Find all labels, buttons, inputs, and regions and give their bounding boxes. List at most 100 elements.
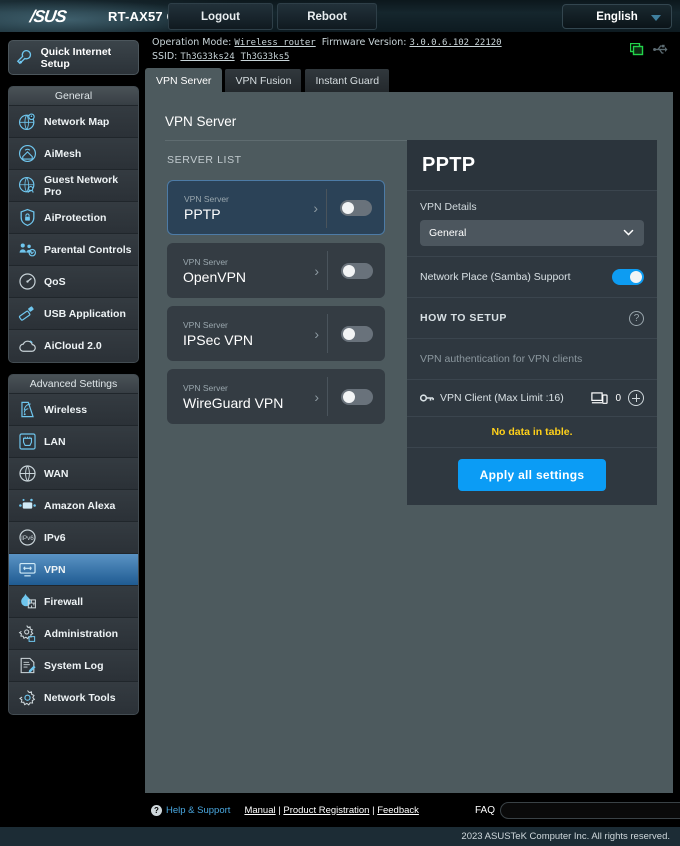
sidebar-item-parental-controls[interactable]: Parental Controls xyxy=(9,234,138,266)
screen-icon[interactable] xyxy=(630,43,644,56)
sidebar-item-label: AiProtection xyxy=(44,211,107,224)
toggle-knob xyxy=(630,271,642,283)
ssid-24ghz[interactable]: Th3G33ks24 xyxy=(180,52,234,62)
server-toggle-openvpn[interactable] xyxy=(341,262,373,279)
server-card-subtitle: VPN Server xyxy=(184,193,229,204)
svg-text:IPv6: IPv6 xyxy=(21,535,34,542)
sidebar-item-network-tools[interactable]: Network Tools xyxy=(9,682,138,714)
sidebar-item-guest-network-pro[interactable]: Guest Network Pro xyxy=(9,170,138,202)
server-card-openvpn[interactable]: VPN Server OpenVPN › xyxy=(167,243,385,298)
usb-icon[interactable] xyxy=(653,43,668,56)
sidebar-item-label: Network Tools xyxy=(44,692,116,704)
vpn-client-left: VPN Client (Max Limit :16) xyxy=(420,392,564,404)
help-and-support-link[interactable]: ? Help & Support xyxy=(151,804,230,816)
chevron-right-icon[interactable]: › xyxy=(314,326,319,342)
quick-internet-setup-button[interactable]: Quick Internet Setup xyxy=(8,40,139,75)
faq-search-box[interactable] xyxy=(500,801,680,819)
firmware-label: Firmware Version: xyxy=(321,37,407,48)
firmware-value[interactable]: 3.0.0.6.102_22120 xyxy=(409,38,501,48)
sidebar-item-label: QoS xyxy=(44,275,66,288)
ssid-label: SSID: xyxy=(152,51,178,62)
add-client-button[interactable] xyxy=(628,390,644,406)
sidebar-item-aiprotection[interactable]: AiProtection xyxy=(9,202,138,234)
server-card-pptp[interactable]: VPN Server PPTP › xyxy=(167,180,385,235)
tab-vpn-server[interactable]: VPN Server xyxy=(145,68,223,93)
sidebar-group-advanced: Advanced Settings Wireless LAN WAN Amazo… xyxy=(8,374,139,715)
sidebar-item-label: Firewall xyxy=(44,595,84,608)
sidebar-item-system-log[interactable]: System Log xyxy=(9,650,138,682)
sidebar-item-usb-application[interactable]: USB Application xyxy=(9,298,138,330)
faq-search-input[interactable] xyxy=(501,802,680,818)
sidebar-item-aimesh[interactable]: AiMesh xyxy=(9,138,138,170)
how-to-setup-row[interactable]: HOW TO SETUP ? xyxy=(407,297,657,338)
shield-icon xyxy=(16,207,38,229)
no-data-message: No data in table. xyxy=(407,416,657,447)
administration-icon xyxy=(16,623,38,645)
status-icon-group xyxy=(630,43,668,56)
sidebar-item-label: WAN xyxy=(44,467,69,480)
server-toggle-wireguard[interactable] xyxy=(341,388,373,405)
ssid-5ghz[interactable]: Th3G33ks5 xyxy=(241,52,290,62)
feedback-link[interactable]: Feedback xyxy=(377,805,419,816)
sidebar-item-network-map[interactable]: Network Map xyxy=(9,106,138,138)
samba-toggle[interactable] xyxy=(612,269,644,285)
footer-separator-2: | xyxy=(372,804,375,816)
sidebar-item-label: LAN xyxy=(44,435,66,448)
sidebar-item-firewall[interactable]: Firewall xyxy=(9,586,138,618)
language-label: English xyxy=(596,10,638,23)
apply-all-settings-button[interactable]: Apply all settings xyxy=(457,459,607,491)
top-bar: /SUS RT-AX57 Go Logout Reboot English xyxy=(0,0,680,33)
chevron-right-icon[interactable]: › xyxy=(313,200,318,216)
sidebar-item-wireless[interactable]: Wireless xyxy=(9,394,138,426)
product-registration-link[interactable]: Product Registration xyxy=(283,805,369,816)
sidebar-item-qos[interactable]: QoS xyxy=(9,266,138,298)
sidebar-item-wan[interactable]: WAN xyxy=(9,458,138,490)
vpn-details-select[interactable]: General xyxy=(420,220,644,246)
chevron-right-icon[interactable]: › xyxy=(314,389,319,405)
server-list-label: SERVER LIST xyxy=(167,154,242,166)
reboot-button[interactable]: Reboot xyxy=(277,3,377,30)
server-card-name: OpenVPN xyxy=(183,268,247,285)
sidebar-item-label: USB Application xyxy=(44,307,126,320)
sidebar-item-label: Parental Controls xyxy=(44,243,132,256)
tab-instant-guard[interactable]: Instant Guard xyxy=(304,68,391,93)
sidebar-item-ipv6[interactable]: IPv6 IPv6 xyxy=(9,522,138,554)
tab-bar: VPN Server VPN Fusion Instant Guard xyxy=(145,68,392,93)
language-selector[interactable]: English xyxy=(562,4,672,29)
sidebar-item-administration[interactable]: Administration xyxy=(9,618,138,650)
help-icon[interactable]: ? xyxy=(629,310,644,326)
faq-label: FAQ xyxy=(475,804,496,816)
sidebar-item-label: Administration xyxy=(44,627,119,640)
operation-mode-value[interactable]: Wireless router xyxy=(234,38,315,48)
server-toggle-pptp[interactable] xyxy=(340,199,372,216)
operation-mode-label: Operation Mode: xyxy=(152,37,232,48)
sidebar-item-label: Amazon Alexa xyxy=(44,499,116,512)
operation-mode-line: Operation Mode: Wireless router Firmware… xyxy=(152,36,502,50)
server-card-wireguard-vpn[interactable]: VPN Server WireGuard VPN › xyxy=(167,369,385,424)
sidebar-item-amazon-alexa[interactable]: Amazon Alexa xyxy=(9,490,138,522)
server-toggle-ipsec[interactable] xyxy=(341,325,373,342)
tab-vpn-fusion[interactable]: VPN Fusion xyxy=(224,68,303,93)
sidebar-item-label: System Log xyxy=(44,659,104,672)
copyright-text: 2023 ASUSTeK Computer Inc. All rights re… xyxy=(461,831,670,842)
ipv6-icon: IPv6 xyxy=(16,527,38,549)
sidebar-item-aicloud[interactable]: AiCloud 2.0 xyxy=(9,330,138,362)
vpn-auth-label: VPN authentication for VPN clients xyxy=(420,353,583,365)
samba-inline: Network Place (Samba) Support xyxy=(420,267,644,287)
how-to-setup-inline: HOW TO SETUP ? xyxy=(420,308,644,328)
sidebar-item-lan[interactable]: LAN xyxy=(9,426,138,458)
manual-link[interactable]: Manual xyxy=(244,805,275,816)
info-bar: Operation Mode: Wireless router Firmware… xyxy=(145,33,680,63)
divider xyxy=(327,251,328,290)
network-tools-icon xyxy=(16,687,38,709)
logout-button[interactable]: Logout xyxy=(168,3,273,30)
sidebar-item-vpn[interactable]: VPN xyxy=(9,554,138,586)
vpn-client-row: VPN Client (Max Limit :16) 0 xyxy=(407,379,657,416)
sidebar-item-label: Wireless xyxy=(44,403,88,416)
vpn-client-right: 0 xyxy=(591,390,644,406)
server-card-ipsec-vpn[interactable]: VPN Server IPSec VPN › xyxy=(167,306,385,361)
sidebar-item-label: IPv6 xyxy=(44,531,66,544)
detail-title: PPTP xyxy=(422,153,476,176)
chevron-right-icon[interactable]: › xyxy=(314,263,319,279)
divider xyxy=(327,377,328,416)
